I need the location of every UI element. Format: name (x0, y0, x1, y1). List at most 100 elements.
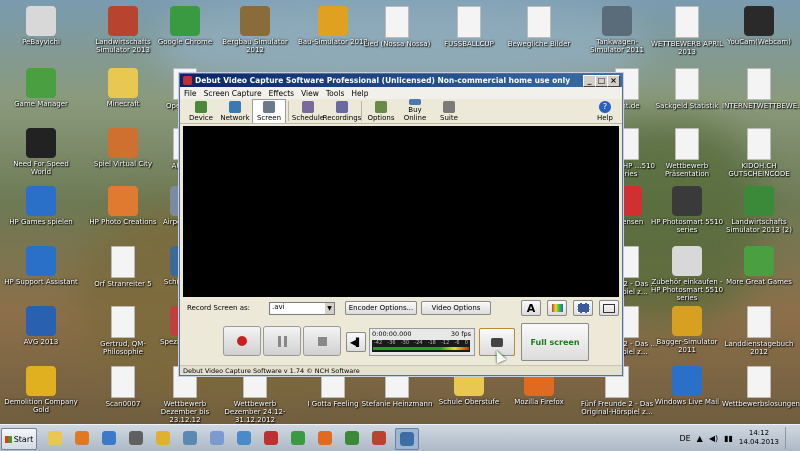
taskbar-app-button[interactable] (71, 428, 93, 448)
photo-icon (108, 186, 138, 216)
text-overlay-button[interactable]: A (521, 300, 541, 316)
desktop-icon[interactable]: Bewegliche Bilder (502, 6, 576, 68)
desktop-icon[interactable]: WETTBEWERB APRIL 2013 (650, 6, 724, 68)
toolbar-screen-button[interactable]: Screen (252, 99, 286, 123)
taskbar-app-button[interactable] (98, 428, 120, 448)
taskbar-app-button[interactable] (152, 428, 174, 448)
toolbar-device-button[interactable]: Device (184, 99, 218, 123)
chevron-down-icon: ▼ (325, 302, 334, 314)
app-icon (156, 431, 170, 445)
toolbar-recordings-button[interactable]: Recordings (323, 99, 361, 123)
speaker-icon: ◀▌ (349, 337, 363, 347)
taskbar-app-button[interactable] (341, 428, 363, 448)
meter-tick-label: -24 (414, 340, 423, 346)
debut-window: Debut Video Capture Software Professiona… (179, 73, 623, 376)
taskbar-app-button[interactable] (314, 428, 336, 448)
doc-icon (111, 366, 135, 398)
toolbar-options-button[interactable]: Options (364, 99, 398, 123)
toolbar-schedule-button[interactable]: Schedule (291, 99, 325, 123)
menu-item[interactable]: Help (351, 89, 368, 98)
desktop-icon[interactable]: PeBayvichi (4, 6, 78, 68)
folder-icon (108, 68, 138, 98)
desktop-icon[interactable]: INTERNETWETTBEWE… (722, 68, 800, 130)
doc-icon (457, 6, 481, 38)
volume-icon[interactable]: ◀) (709, 434, 718, 443)
video-options-button[interactable]: Video Options (421, 301, 491, 315)
taskbar-app-button[interactable] (206, 428, 228, 448)
desktop-icon[interactable]: Bau-Simulator 2012 (296, 6, 370, 68)
itunes-icon (210, 431, 224, 445)
mouse-icon (129, 431, 143, 445)
desktop-icon[interactable]: Landwirtschafts Simulator 2013 (2) (722, 186, 796, 248)
toolbar-suite-button[interactable]: Suite (432, 99, 466, 123)
window-titlebar[interactable]: Debut Video Capture Software Professiona… (180, 74, 622, 87)
show-desktop-button[interactable] (785, 427, 794, 449)
taskbar-app-button[interactable] (368, 428, 390, 448)
menu-item[interactable]: Effects (269, 89, 295, 98)
desktop-icon[interactable]: HP Games spielen (4, 186, 78, 248)
stop-button[interactable] (303, 326, 341, 356)
network-icon (229, 101, 241, 113)
doc-icon (111, 306, 135, 338)
city-icon (108, 128, 138, 158)
taskbar-app-button[interactable] (179, 428, 201, 448)
record-icon (237, 336, 247, 346)
audio-level-meter: -42 -36 -30 -24 -18 -12 -6 0 (372, 340, 470, 352)
start-button[interactable]: Start (1, 428, 37, 450)
network-icon[interactable]: ▮▮ (724, 434, 733, 443)
encoder-options-button[interactable]: Encoder Options... (345, 301, 417, 315)
video-effects-button[interactable] (573, 300, 593, 316)
options-icon (375, 101, 387, 113)
color-adjust-button[interactable] (547, 300, 567, 316)
toolbar-separator (361, 101, 362, 121)
clock[interactable]: 14:12 14.04.2013 (739, 429, 779, 447)
desktop-icon[interactable]: Bergbau Simulator 2012 (218, 6, 292, 68)
taskbar-app-button[interactable] (233, 428, 255, 448)
tray-arrow-icon[interactable]: ▲ (697, 434, 703, 443)
desktop-icon[interactable]: More Great Games (722, 246, 796, 308)
menu-item[interactable]: Screen Capture (204, 89, 262, 98)
taskbar-app-button[interactable] (44, 428, 66, 448)
doc-icon (747, 306, 771, 338)
desktop-icon[interactable]: KIDOH.CH GUTSCHEINCODE (722, 128, 796, 190)
menu-item[interactable]: File (184, 89, 197, 98)
fullscreen-button[interactable]: Full screen (521, 323, 589, 361)
capture-controls: ◀▌ 0:00:00.000 30 fps -42 -36 -30 -24 -18 -12… (183, 320, 619, 366)
screen-icon (263, 101, 275, 113)
desktop-icon[interactable]: Lied (Nossa Nossa) (360, 6, 434, 68)
desktop-icon[interactable]: Wettbewerbslosungen (722, 366, 800, 428)
printer-icon (672, 186, 702, 216)
record-button[interactable] (223, 326, 261, 356)
pause-button[interactable] (263, 326, 301, 356)
taskbar-app-button[interactable] (395, 428, 419, 450)
desktop-icon[interactable]: Demolition Company Gold (4, 366, 78, 428)
file-icon (385, 6, 409, 38)
desktop-icon[interactable]: Landdienstagebuch 2012 (722, 306, 796, 368)
toolbar-buy-online-button[interactable]: Buy Online (398, 99, 432, 123)
desktop-icon[interactable]: Google Chrome (148, 6, 222, 68)
capture-area-button[interactable] (599, 300, 619, 316)
desktop-icon[interactable]: Game Manager (4, 68, 78, 130)
desktop-icon[interactable]: FUSSBALLCUP (432, 6, 506, 68)
taskbar-app-button[interactable] (260, 428, 282, 448)
help-button[interactable]: ? Help (588, 99, 622, 123)
avg-icon (26, 306, 56, 336)
language-indicator[interactable]: DE (679, 434, 690, 443)
menu-item[interactable]: View (301, 89, 319, 98)
toolbar-network-button[interactable]: Network (218, 99, 252, 123)
chrome-icon (170, 6, 200, 36)
format-select[interactable]: .avi ▼ (269, 301, 335, 315)
desktop-icon[interactable]: Windows Live Mail (650, 366, 724, 428)
taskbar-app-button[interactable] (125, 428, 147, 448)
desktop-icon[interactable]: HP Support Assistant (4, 246, 78, 308)
pause-icon (277, 335, 287, 347)
audio-button[interactable]: ◀▌ (346, 332, 366, 352)
desktop-icon[interactable]: Need For Speed World (4, 128, 78, 190)
desktop-icon[interactable]: YouCam(Webcam) (722, 6, 796, 68)
doc-icon (675, 6, 699, 38)
desktop-icon[interactable]: Tankwagen-Simulator 2011 (580, 6, 654, 68)
desktop-icon[interactable]: AVG 2013 (4, 306, 78, 368)
close-button[interactable]: × (607, 75, 620, 87)
menu-item[interactable]: Tools (326, 89, 344, 98)
taskbar-app-button[interactable] (287, 428, 309, 448)
